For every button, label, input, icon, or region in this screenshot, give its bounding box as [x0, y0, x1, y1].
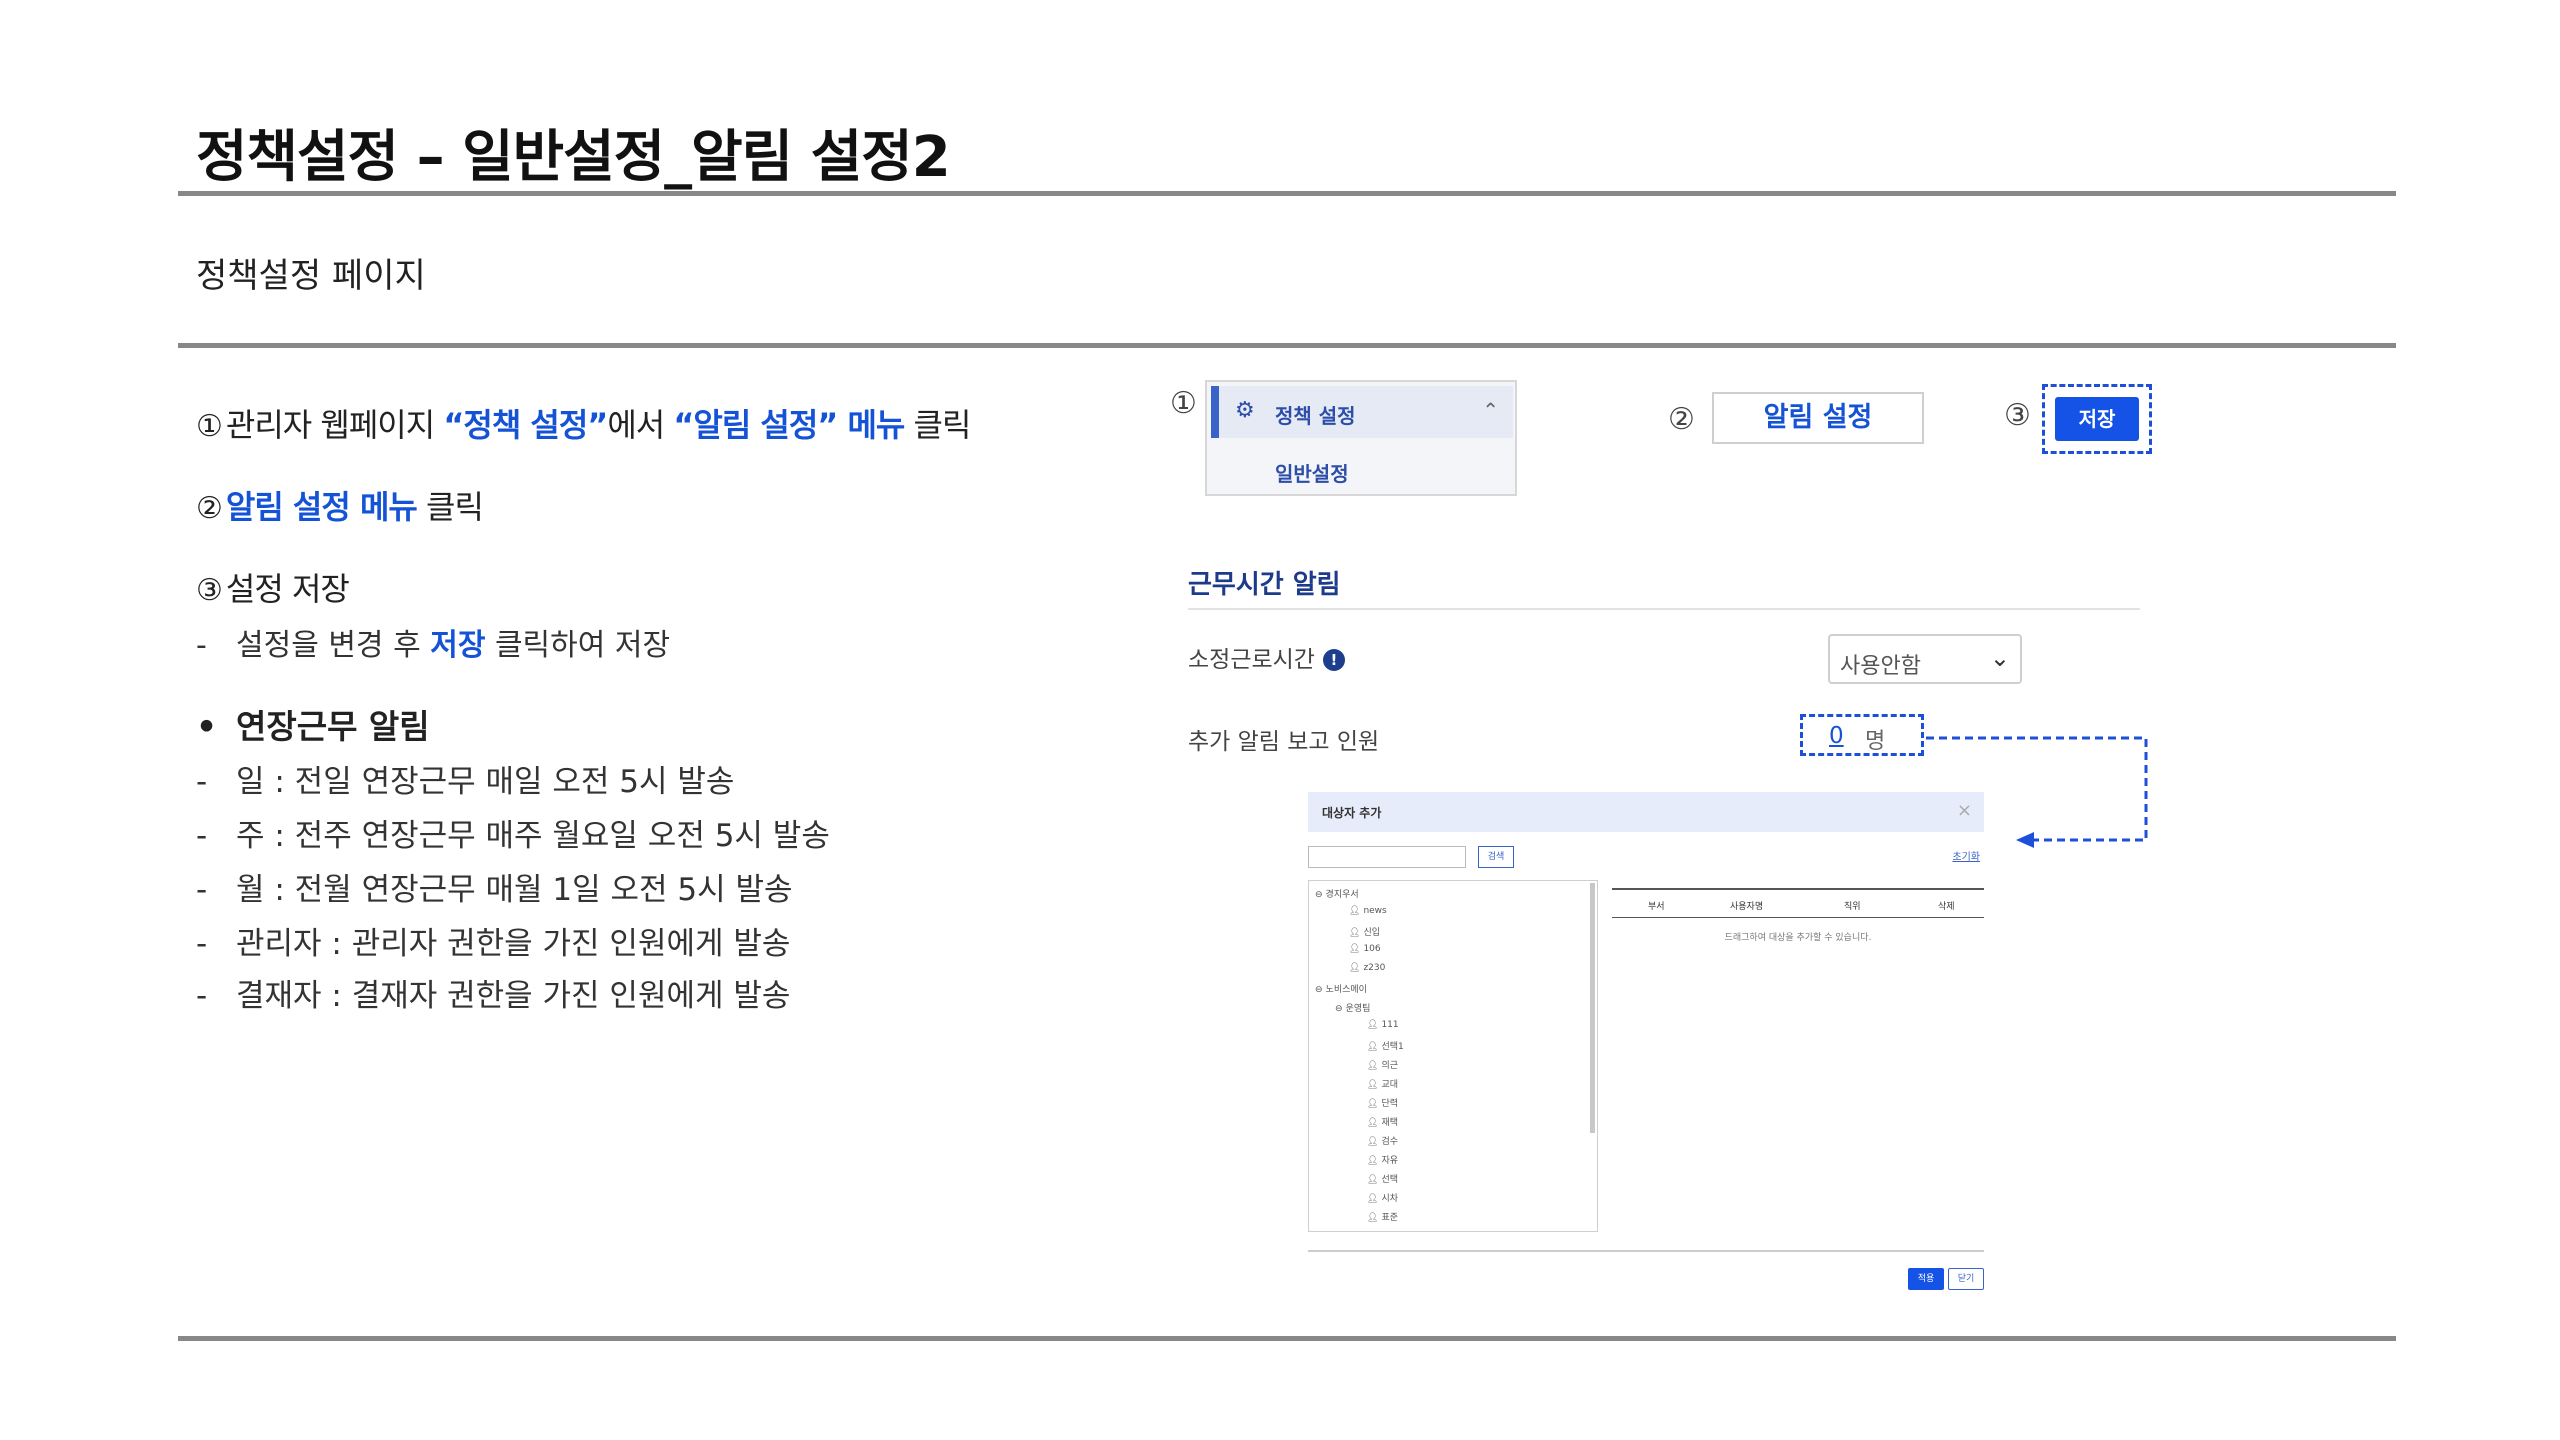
tree-node[interactable]: 👤︎ 검수	[1367, 1134, 1398, 1147]
tree-node-label: z230	[1363, 963, 1386, 973]
tree-node-label: 자유	[1381, 1156, 1398, 1166]
user-icon: 👤︎	[1367, 1137, 1379, 1147]
tree-node[interactable]: 👤︎ news	[1349, 906, 1387, 916]
tree-node[interactable]: ⊖ 경지우서	[1315, 887, 1359, 900]
user-icon: 👤︎	[1367, 1061, 1379, 1071]
user-icon: 👤︎	[1367, 1042, 1379, 1052]
user-icon: 👤︎	[1367, 1020, 1379, 1030]
user-icon: 👤︎	[1367, 1156, 1379, 1166]
tree-node[interactable]: 👤︎ 111	[1367, 1020, 1399, 1030]
table-empty-message: 드래그하여 대상을 추가할 수 있습니다.	[1724, 933, 1872, 943]
tree-scrollbar[interactable]	[1590, 883, 1595, 1133]
tree-node[interactable]: 👤︎ 자유	[1367, 1153, 1398, 1166]
column-header-position: 직위	[1844, 902, 1861, 912]
tree-node[interactable]: 👤︎ 선택	[1367, 1172, 1398, 1185]
tree-node[interactable]: 👤︎ 표준	[1367, 1210, 1398, 1223]
tree-node[interactable]: 👤︎ 의근	[1367, 1058, 1398, 1071]
user-icon: 👤︎	[1349, 944, 1361, 954]
collapse-icon: ⊖	[1335, 1004, 1343, 1014]
column-header-delete: 삭제	[1938, 902, 1955, 912]
tree-node-label: 111	[1381, 1020, 1399, 1030]
target-table-header: 부서 사용자명 직위 삭제	[1612, 888, 1984, 918]
tree-node-label: 교대	[1381, 1080, 1398, 1090]
tree-node-label: 표준	[1381, 1213, 1398, 1223]
tree-node[interactable]: 👤︎ 재택	[1367, 1115, 1398, 1128]
tree-node[interactable]: 👤︎ 106	[1349, 944, 1381, 954]
tree-node-label: 시차	[1381, 1194, 1398, 1204]
org-tree: ⊖ 경지우서 👤︎ news 👤︎ 신입 👤︎ 106 👤︎ z230 ⊖ 노비스메이 ⊖ 운…	[1308, 880, 1598, 1232]
tree-node-label: 운영팀	[1345, 1004, 1371, 1014]
dialog-search-button[interactable]: 검색	[1478, 846, 1514, 868]
dialog-footer-divider	[1308, 1250, 1984, 1252]
tree-node[interactable]: ⊖ 노비스메이	[1315, 982, 1367, 995]
collapse-icon: ⊖	[1315, 890, 1323, 900]
user-icon: 👤︎	[1367, 1080, 1379, 1090]
tree-node-label: 의근	[1381, 1061, 1398, 1071]
dialog-header: 대상자 추가 ×	[1308, 792, 1984, 832]
column-header-username: 사용자명	[1730, 902, 1764, 912]
user-icon: 👤︎	[1367, 1175, 1379, 1185]
callout-arrow	[1926, 736, 2148, 848]
tree-node-label: 재택	[1381, 1118, 1398, 1128]
user-icon: 👤︎	[1367, 1099, 1379, 1109]
tree-node-label: 노비스메이	[1325, 985, 1367, 995]
user-icon: 👤︎	[1367, 1118, 1379, 1128]
tree-node-label: 선택	[1381, 1175, 1398, 1185]
tree-node[interactable]: 👤︎ 단력	[1367, 1096, 1398, 1109]
dialog-title: 대상자 추가	[1322, 806, 1382, 820]
tree-node[interactable]: 👤︎ 시차	[1367, 1191, 1398, 1204]
user-icon: 👤︎	[1349, 963, 1361, 973]
tree-node-label: news	[1363, 906, 1387, 916]
tree-node-label: 단력	[1381, 1099, 1398, 1109]
dialog-reset-link[interactable]: 초기화	[1952, 848, 1980, 863]
user-icon: 👤︎	[1367, 1194, 1379, 1204]
tree-node[interactable]: 👤︎ z230	[1349, 963, 1385, 973]
collapse-icon: ⊖	[1315, 985, 1323, 995]
tree-node[interactable]: 👤︎ 신입	[1349, 925, 1380, 938]
tree-node-label: 경지우서	[1325, 890, 1359, 900]
arrow-head	[2016, 832, 2034, 848]
bottom-divider	[178, 1336, 2396, 1341]
close-button[interactable]: 닫기	[1948, 1268, 1984, 1290]
tree-node[interactable]: 👤︎ 교대	[1367, 1077, 1398, 1090]
close-icon[interactable]: ×	[1957, 800, 1972, 821]
tree-node-label: 검수	[1381, 1137, 1398, 1147]
add-target-dialog: 대상자 추가 × 검색 초기화 ⊖ 경지우서 👤︎ news 👤︎ 신입 👤︎ 106 …	[1308, 792, 1984, 1292]
tree-node-label: 106	[1363, 944, 1381, 954]
user-icon: 👤︎	[1367, 1213, 1379, 1223]
column-header-dept: 부서	[1648, 902, 1665, 912]
user-icon: 👤︎	[1349, 928, 1361, 938]
dialog-search-input[interactable]	[1308, 846, 1466, 868]
tree-node-label: 선택1	[1381, 1042, 1404, 1052]
user-icon: 👤︎	[1349, 906, 1361, 916]
tree-node[interactable]: 👤︎ 선택1	[1367, 1039, 1404, 1052]
apply-button[interactable]: 적용	[1908, 1268, 1944, 1290]
tree-node-label: 신입	[1363, 928, 1380, 938]
tree-node[interactable]: ⊖ 운영팀	[1335, 1001, 1370, 1014]
